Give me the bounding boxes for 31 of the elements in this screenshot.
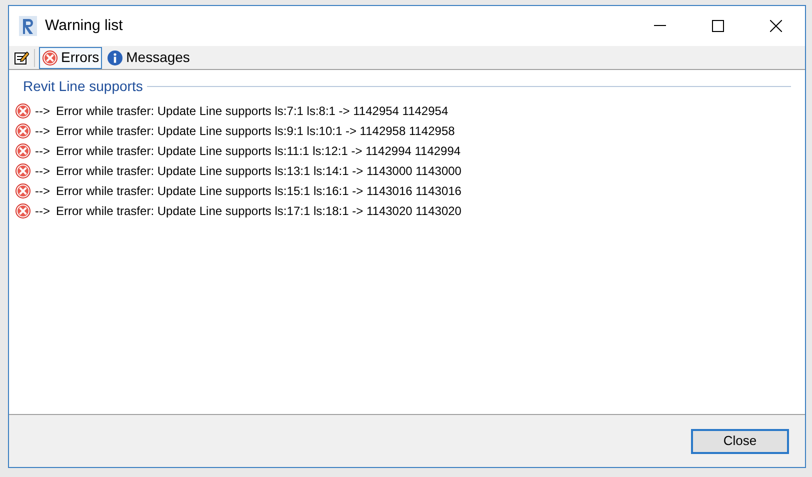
error-message: Error while trasfer: Update Line supports ls:9:1 ls:10:1 -> 1142958 1142958	[56, 123, 455, 140]
app-logo-icon	[19, 16, 37, 36]
minimize-icon	[654, 25, 666, 27]
close-icon	[770, 20, 782, 32]
error-icon	[15, 143, 31, 159]
toolbar-tab[interactable]: Messages	[104, 46, 193, 68]
info-icon	[107, 50, 124, 66]
error-message: Error while trasfer: Update Line supports ls:7:1 ls:8:1 -> 1142954 1142954	[56, 103, 448, 120]
error-icon	[15, 183, 31, 199]
arrow-text: -->	[35, 123, 50, 140]
error-message: Error while trasfer: Update Line supports ls:17:1 ls:18:1 -> 1143020 1143020	[56, 203, 462, 220]
arrow-text: -->	[35, 163, 50, 180]
error-message: Error while trasfer: Update Line supports ls:11:1 ls:12:1 -> 1142994 1142994	[56, 143, 461, 160]
error-message: Error while trasfer: Update Line supports ls:13:1 ls:14:1 -> 1143000 1143000	[56, 163, 462, 180]
toolbar-tab[interactable]: Errors	[39, 46, 102, 68]
error-icon	[15, 123, 31, 139]
error-icon	[15, 103, 31, 119]
error-icon	[15, 203, 31, 219]
edit-icon	[14, 50, 28, 65]
arrow-text: -->	[35, 183, 50, 200]
window-title: Warning list	[45, 16, 123, 36]
error-message: Error while trasfer: Update Line supports ls:15:1 ls:16:1 -> 1143016 1143016	[56, 183, 462, 200]
maximize-icon	[712, 20, 724, 32]
arrow-text: -->	[35, 203, 50, 220]
edit-button[interactable]	[12, 48, 30, 66]
group-title: Revit Line supports	[23, 77, 143, 96]
close-button[interactable]: Close	[691, 428, 789, 454]
error-icon	[42, 50, 58, 66]
arrow-text: -->	[35, 143, 50, 160]
arrow-text: -->	[35, 103, 50, 120]
error-icon	[15, 163, 31, 179]
